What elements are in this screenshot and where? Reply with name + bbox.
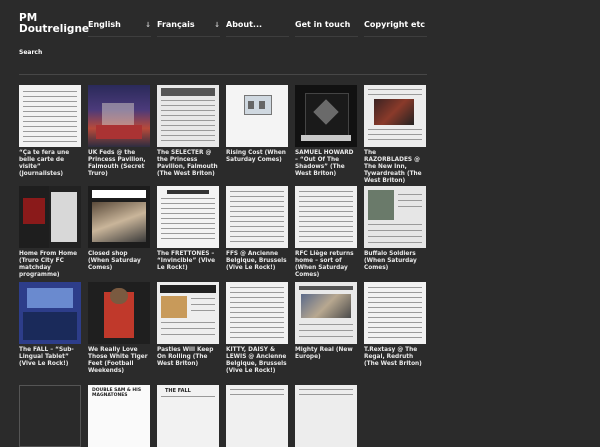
post-tile[interactable]: DOUBLE SAM & HIS MAGNATONES <box>88 385 150 447</box>
post-thumbnail[interactable] <box>19 186 81 248</box>
nav-get-in-touch[interactable]: Get in touch <box>295 20 358 37</box>
post-tile[interactable]: Pasties Will Keep On Rolling (The West B… <box>157 282 219 368</box>
post-tile[interactable]: KITTY, DAISY & LEWIS @ Ancienne Belgique… <box>226 282 288 375</box>
post-caption[interactable]: We Really Love Those White Tiger Feet (F… <box>88 347 150 375</box>
poster-text: DOUBLE SAM & HIS MAGNATONES <box>92 388 142 398</box>
post-caption[interactable]: SAMUEL HOWARD – “Out Of The Shadows” (Th… <box>295 150 357 178</box>
main-nav: English ↓ Français ↓ About... Get in tou… <box>0 20 600 37</box>
post-tile[interactable]: Closed shop (When Saturday Comes) <box>88 186 150 272</box>
post-tile[interactable]: T.Rextasy @ The Regal, Redruth (The West… <box>364 282 426 368</box>
post-tile[interactable]: RFC Liège returns home – sort of (When S… <box>295 186 357 279</box>
post-thumbnail[interactable] <box>226 385 288 447</box>
nav-about-label: About... <box>226 20 263 29</box>
the-fall-text: THE FALL <box>165 388 191 394</box>
post-thumbnail[interactable] <box>88 282 150 344</box>
post-caption[interactable]: UK Feds @ the Princess Pavilion, Falmout… <box>88 150 150 178</box>
post-thumbnail[interactable] <box>19 85 81 147</box>
post-tile[interactable]: The SELECTER @ the Princess Pavilion, Fa… <box>157 85 219 178</box>
post-tile[interactable]: THE FALL <box>157 385 219 447</box>
post-thumbnail[interactable] <box>226 282 288 344</box>
chevron-down-icon: ↓ <box>214 21 220 29</box>
post-caption[interactable]: KITTY, DAISY & LEWIS @ Ancienne Belgique… <box>226 347 288 375</box>
post-tile[interactable]: The FRETTONES – “Invincible” (Vive Le Ro… <box>157 186 219 272</box>
nav-francais-label: Français <box>157 20 195 29</box>
post-tile[interactable]: FFS @ Ancienne Belgique, Brussels (Vive … <box>226 186 288 272</box>
post-tile[interactable]: The FALL – “Sub-Lingual Tablet” (Vive Le… <box>19 282 81 368</box>
post-caption[interactable]: The FALL – “Sub-Lingual Tablet” (Vive Le… <box>19 347 81 368</box>
nav-english[interactable]: English ↓ <box>88 20 151 37</box>
post-thumbnail[interactable] <box>157 282 219 344</box>
header-divider <box>19 74 427 75</box>
post-tile[interactable]: SAMUEL HOWARD – “Out Of The Shadows” (Th… <box>295 85 357 178</box>
nav-get-in-touch-label: Get in touch <box>295 20 351 29</box>
post-thumbnail[interactable] <box>19 282 81 344</box>
post-thumbnail[interactable]: DOUBLE SAM & HIS MAGNATONES <box>88 385 150 447</box>
post-caption[interactable]: RFC Liège returns home – sort of (When S… <box>295 251 357 279</box>
post-caption[interactable]: Buffalo Soldiers (When Saturday Comes) <box>364 251 426 272</box>
post-thumbnail[interactable] <box>364 186 426 248</box>
post-thumbnail[interactable] <box>364 85 426 147</box>
post-thumbnail[interactable] <box>88 85 150 147</box>
chevron-down-icon: ↓ <box>145 21 151 29</box>
post-thumbnail[interactable]: THE FALL <box>157 385 219 447</box>
post-thumbnail[interactable] <box>295 282 357 344</box>
post-caption[interactable]: The FRETTONES – “Invincible” (Vive Le Ro… <box>157 251 219 272</box>
post-caption[interactable]: “Ça te fera une belle carte de visite” (… <box>19 150 81 178</box>
post-thumbnail[interactable] <box>157 186 219 248</box>
post-thumbnail[interactable] <box>226 85 288 147</box>
post-caption[interactable]: The RAZORBLADES @ The New Inn, Tywardrea… <box>364 150 426 185</box>
search-link[interactable]: Search <box>19 49 42 56</box>
post-caption[interactable]: Home From Home (Truro City FC matchday p… <box>19 251 81 279</box>
post-thumbnail[interactable] <box>295 186 357 248</box>
post-tile[interactable]: UK Feds @ the Princess Pavilion, Falmout… <box>88 85 150 178</box>
post-caption[interactable]: Rising Cost (When Saturday Comes) <box>226 150 288 164</box>
post-caption[interactable]: Pasties Will Keep On Rolling (The West B… <box>157 347 219 368</box>
post-caption[interactable]: Mighty Real (New Europe) <box>295 347 357 361</box>
post-tile[interactable]: Mighty Real (New Europe) <box>295 282 357 361</box>
post-caption[interactable]: Closed shop (When Saturday Comes) <box>88 251 150 272</box>
post-tile[interactable]: Rising Cost (When Saturday Comes) <box>226 85 288 164</box>
post-tile[interactable]: Buffalo Soldiers (When Saturday Comes) <box>364 186 426 272</box>
post-thumbnail[interactable] <box>295 385 357 447</box>
post-caption[interactable]: FFS @ Ancienne Belgique, Brussels (Vive … <box>226 251 288 272</box>
post-thumbnail[interactable] <box>295 85 357 147</box>
post-tile[interactable]: We Really Love Those White Tiger Feet (F… <box>88 282 150 375</box>
post-tile[interactable] <box>19 385 81 447</box>
post-tile[interactable]: Home From Home (Truro City FC matchday p… <box>19 186 81 279</box>
post-caption[interactable]: T.Rextasy @ The Regal, Redruth (The West… <box>364 347 426 368</box>
post-tile[interactable]: “Ça te fera une belle carte de visite” (… <box>19 85 81 178</box>
post-caption[interactable]: The SELECTER @ the Princess Pavilion, Fa… <box>157 150 219 178</box>
nav-copyright-label: Copyright etc <box>364 20 426 29</box>
post-thumbnail[interactable] <box>157 85 219 147</box>
nav-francais[interactable]: Français ↓ <box>157 20 220 37</box>
post-thumbnail[interactable] <box>88 186 150 248</box>
nav-english-label: English <box>88 20 121 29</box>
post-thumbnail[interactable] <box>19 385 81 447</box>
post-thumbnail[interactable] <box>364 282 426 344</box>
nav-about[interactable]: About... <box>226 20 289 37</box>
nav-copyright[interactable]: Copyright etc <box>364 20 427 37</box>
post-tile[interactable]: The RAZORBLADES @ The New Inn, Tywardrea… <box>364 85 426 185</box>
post-thumbnail[interactable] <box>226 186 288 248</box>
post-tile[interactable] <box>295 385 357 447</box>
post-tile[interactable] <box>226 385 288 447</box>
